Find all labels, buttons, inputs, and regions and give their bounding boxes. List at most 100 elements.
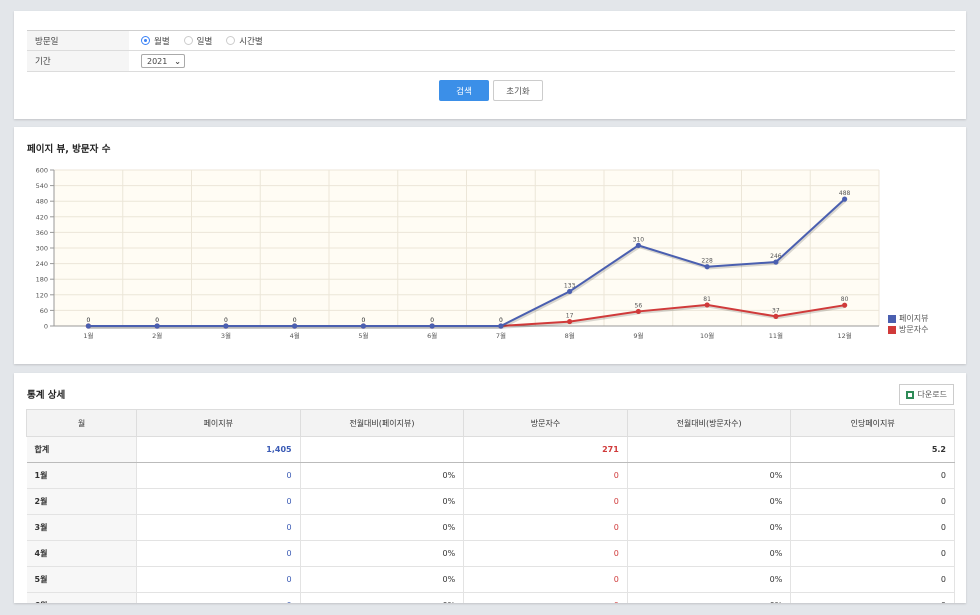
data-label: 0 — [430, 317, 434, 324]
radio-monthly[interactable]: 월별 — [141, 35, 170, 47]
row-label: 6월 — [26, 592, 137, 603]
x-tick-label: 9월 — [633, 331, 643, 340]
row-pageviews: 0 — [136, 592, 301, 603]
y-tick-label: 600 — [36, 167, 48, 175]
total-per-person: 5.2 — [790, 436, 955, 463]
table-row: 2월 0 0% 0 0% 0 — [26, 488, 955, 515]
x-tick-label: 11월 — [769, 331, 783, 340]
year-select[interactable]: 2021 ⌄ — [141, 54, 185, 68]
visit-row: 방문일 월별 일별 시간별 — [27, 31, 955, 51]
data-label: 80 — [841, 296, 849, 303]
excel-icon — [905, 390, 914, 399]
data-label: 37 — [772, 307, 780, 314]
row-pageviews: 0 — [136, 488, 301, 515]
period-label: 기간 — [27, 51, 129, 71]
stats-table: 월 페이지뷰 전월대비(페이지뷰) 방문자수 전월대비(방문자수) 인당페이지뷰… — [26, 409, 955, 603]
x-tick-label: 3월 — [221, 331, 231, 340]
chevron-down-icon: ⌄ — [174, 56, 181, 66]
row-pageviews: 0 — [136, 462, 301, 489]
row-visitors: 0 — [463, 566, 628, 593]
data-label: 0 — [293, 317, 297, 324]
row-pv-change: 0% — [300, 462, 465, 489]
row-pv-change: 0% — [300, 540, 465, 567]
radio-unchecked-icon[interactable] — [183, 36, 193, 45]
y-tick-label: 480 — [36, 198, 48, 206]
data-label: 310 — [633, 236, 645, 243]
total-label: 합계 — [26, 436, 137, 463]
table-row: 1월 0 0% 0 0% 0 — [26, 462, 955, 489]
row-v-change: 0% — [627, 566, 792, 593]
stats-panel: 통계 상세 다운로드 월 페이지뷰 전월대비(페이지뷰) 방문자수 전월대비(방… — [14, 373, 966, 603]
y-tick-label: 360 — [36, 229, 48, 237]
legend-label-pageviews: 페이지뷰 — [899, 314, 929, 323]
y-tick-label: 540 — [36, 182, 48, 190]
data-point — [360, 323, 366, 329]
data-point — [704, 264, 710, 270]
row-v-change: 0% — [627, 592, 792, 603]
radio-unchecked-icon[interactable] — [226, 36, 236, 45]
legend-item-visitors[interactable]: 방문자수 — [888, 324, 928, 335]
radio-hourly[interactable]: 시간별 — [226, 35, 263, 47]
col-month: 월 — [26, 409, 137, 437]
period-row: 기간 2021 ⌄ — [27, 51, 955, 72]
data-label: 56 — [635, 302, 643, 309]
data-point — [292, 323, 298, 329]
search-form: 방문일 월별 일별 시간별 기간 2021 ⌄ — [27, 30, 955, 72]
row-visitors: 0 — [463, 462, 628, 489]
x-tick-label: 2월 — [152, 331, 162, 340]
data-point — [773, 259, 779, 265]
col-v-change: 전월대비(방문자수) — [626, 409, 792, 437]
row-label: 2월 — [26, 488, 137, 515]
download-button[interactable]: 다운로드 — [898, 384, 954, 405]
data-point — [429, 323, 435, 329]
row-v-change: 0% — [627, 514, 792, 541]
data-point — [567, 288, 573, 295]
y-tick-label: 240 — [36, 260, 48, 268]
data-point — [704, 302, 710, 308]
table-row: 5월 0 0% 0 0% 0 — [26, 566, 955, 593]
table-row: 3월 0 0% 0 0% 0 — [26, 514, 955, 541]
row-label: 4월 — [26, 540, 137, 567]
row-per-person: 0 — [790, 566, 955, 593]
radio-checked-icon[interactable] — [141, 36, 150, 45]
download-label: 다운로드 — [917, 390, 947, 399]
legend-item-pageviews[interactable]: 페이지뷰 — [888, 313, 928, 324]
line-chart: 0 60 120 180 240 300 360 420 480 540 600 1월 2월 3월 4월 5월… — [36, 167, 880, 340]
col-pv-change: 전월대비(페이지뷰) — [299, 409, 465, 437]
col-pageviews: 페이지뷰 — [136, 409, 301, 437]
row-label: 1월 — [26, 462, 137, 489]
radio-daily-label: 일별 — [196, 36, 213, 47]
data-point — [773, 313, 779, 319]
row-pageviews: 0 — [136, 540, 301, 567]
reset-button[interactable]: 초기화 — [493, 80, 543, 101]
row-per-person: 0 — [790, 514, 955, 541]
total-visitors: 271 — [463, 436, 628, 463]
legend-swatch-visitors — [888, 325, 896, 334]
y-tick-label: 300 — [36, 245, 48, 253]
x-tick-label: 10월 — [700, 331, 714, 340]
legend-label-visitors: 방문자수 — [899, 325, 929, 334]
x-tick-label: 4월 — [290, 331, 300, 340]
row-per-person: 0 — [790, 592, 955, 603]
row-pv-change: 0% — [300, 592, 465, 603]
radio-daily[interactable]: 일별 — [183, 35, 213, 47]
total-row: 합계 1,405 271 5.2 — [26, 436, 955, 463]
data-point — [85, 323, 91, 329]
row-pageviews: 0 — [136, 566, 301, 593]
data-label: 133 — [564, 282, 576, 289]
data-point — [154, 323, 160, 329]
y-tick-label: 60 — [40, 307, 48, 315]
search-button[interactable]: 검색 — [439, 80, 489, 101]
x-tick-label: 8월 — [565, 331, 575, 340]
total-pageviews: 1,405 — [136, 436, 301, 463]
data-point — [567, 318, 573, 325]
search-panel: 방문일 월별 일별 시간별 기간 2021 ⌄ 검색 초기화 — [14, 11, 966, 119]
legend-swatch-pageviews — [888, 314, 896, 323]
data-label: 246 — [770, 253, 782, 260]
period-content: 2021 ⌄ — [129, 54, 185, 68]
row-label: 3월 — [26, 514, 137, 541]
data-label: 488 — [839, 190, 851, 197]
row-v-change: 0% — [627, 540, 792, 567]
total-v-change — [627, 436, 792, 463]
data-point — [498, 323, 504, 329]
